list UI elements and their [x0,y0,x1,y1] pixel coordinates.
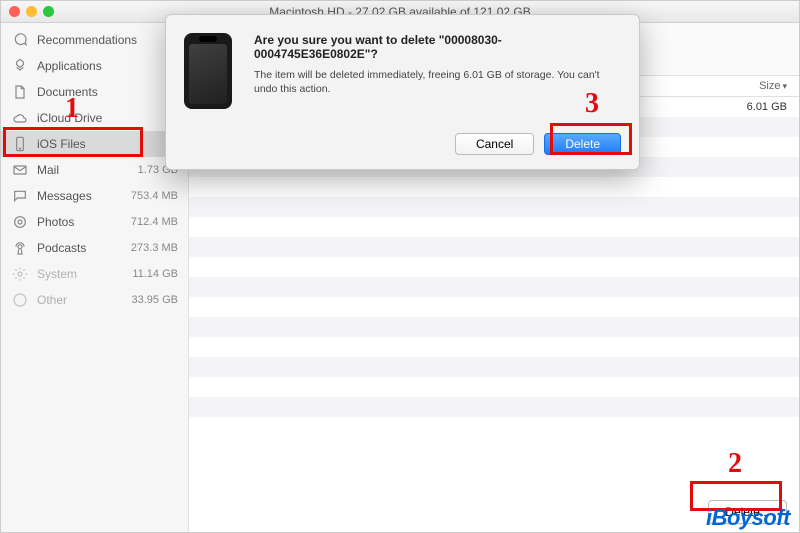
sidebar-item-size: 753.4 MB [131,190,178,202]
table-row [189,297,799,317]
podcast-icon [11,239,29,257]
sidebar-item-label: Recommendations [37,33,178,47]
table-row [189,377,799,397]
sidebar-item-size: 11.14 GB [132,268,178,280]
sidebar-item-label: Podcasts [37,241,131,255]
sidebar-item-podcasts[interactable]: Podcasts 273.3 MB [1,235,188,261]
doc-icon [11,83,29,101]
watermark: iBoysoft [706,505,790,531]
sidebar-item-size: 273.3 MB [131,242,178,254]
sidebar-item-recommendations[interactable]: Recommendations [1,27,188,53]
sidebar-item-label: Documents [37,85,172,99]
table-row [189,337,799,357]
sidebar-item-other[interactable]: Other 33.95 GB [1,287,188,313]
sidebar-item-applications[interactable]: Applications [1,53,188,79]
dialog-title: Are you sure you want to delete "0000803… [254,33,621,61]
mail-icon [11,161,29,179]
sidebar-item-icloud[interactable]: iCloud Drive [1,105,188,131]
cloud-icon [11,109,29,127]
apps-icon [11,57,29,75]
photo-icon [11,213,29,231]
sidebar-item-size: 712.4 MB [131,216,178,228]
dialog-message: The item will be deleted immediately, fr… [254,69,621,96]
sidebar-item-label: Messages [37,189,131,203]
sidebar-item-label: iOS Files [37,137,172,151]
confirm-delete-dialog: Are you sure you want to delete "0000803… [165,14,640,170]
table-row [189,257,799,277]
table-row [189,177,799,197]
table-row [189,217,799,237]
sidebar-item-system[interactable]: System 11.14 GB [1,261,188,287]
column-size[interactable]: Size▾ [719,80,799,92]
sidebar-item-mail[interactable]: Mail 1.73 GB [1,157,188,183]
sidebar-item-label: Applications [37,59,178,73]
sidebar-item-documents[interactable]: Documents 9 [1,79,188,105]
sidebar-item-ios-files[interactable]: iOS Files 8 [1,131,188,157]
table-row [189,197,799,217]
sidebar-item-label: Other [37,293,132,307]
cancel-button[interactable]: Cancel [455,133,534,155]
confirm-delete-button[interactable]: Delete [544,133,621,155]
table-row [189,277,799,297]
table-row [189,357,799,377]
sidebar-item-label: Mail [37,163,138,177]
device-icon [184,33,232,109]
chat-icon [11,31,29,49]
sidebar-item-size: 33.95 GB [132,294,178,306]
sidebar-item-messages[interactable]: Messages 753.4 MB [1,183,188,209]
sidebar-item-label: Photos [37,215,131,229]
table-row [189,237,799,257]
table-row [189,317,799,337]
system-icon [11,265,29,283]
sidebar-item-label: System [37,267,132,281]
row-size: 6.01 GB [719,101,799,113]
sidebar-item-label: iCloud Drive [37,111,178,125]
table-row [189,397,799,417]
messages-icon [11,187,29,205]
phone-icon [11,135,29,153]
other-icon [11,291,29,309]
sidebar-item-photos[interactable]: Photos 712.4 MB [1,209,188,235]
sidebar: Recommendations Applications Documents 9… [1,23,189,532]
